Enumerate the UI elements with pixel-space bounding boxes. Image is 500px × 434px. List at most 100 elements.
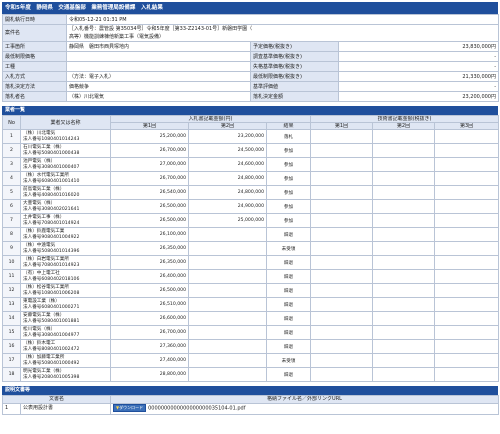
bid-round-1: 26,350,000 (110, 241, 189, 256)
bid-round-2: 25,000,000 (188, 213, 267, 228)
bid-round-2 (188, 269, 267, 284)
download-button-label: ダウンロード (119, 405, 144, 410)
bid-round-1: 26,600,000 (110, 311, 189, 326)
bidder-row: 13 東電設工業（株） 法人番号6080401000271 26,510,000 辞退 (2, 297, 500, 312)
eval-round-1 (310, 171, 374, 186)
bidder-corp-number: 法人番号7080401014924 (23, 220, 80, 226)
document-file-link[interactable]: 0000000000000000000035104-01.pdf (148, 406, 245, 412)
eval-round-3 (434, 143, 500, 158)
bid-round-2 (188, 339, 267, 354)
bidder-name-cell: （株）鈴鹿電気工業 法人番号9080401004922 (20, 227, 111, 242)
bid-round-1: 26,700,000 (110, 143, 189, 158)
doc-col-file: 格納ファイル名／外部リンクURL (110, 395, 500, 404)
info-right-label: 調査基準価格(税抜き) (250, 51, 339, 62)
bid-round-1: 26,510,000 (110, 297, 189, 312)
bid-result: 参加 (265, 171, 312, 186)
bidder-name: 土井電気工事（株） (23, 214, 65, 220)
eval-round-2 (372, 143, 436, 158)
bid-round-1: 27,400,000 (110, 353, 189, 368)
page: 令和5年度 静岡県 交通基盤部 業務管理局設備課 入札結果 開札執行日時 令和05… (1, 2, 500, 415)
doc-col-name: 文書名 (1, 395, 112, 404)
eval-round-2 (372, 339, 436, 354)
bid-round-1: 26,700,000 (110, 171, 189, 186)
bid-result: 辞退 (265, 339, 312, 354)
bidder-row: 4 （株）水代電気工業所 法人番号6080401001410 26,700,000 24… (2, 171, 500, 186)
bidder-corp-number: 法人番号5080401000492 (23, 360, 80, 366)
document-name: 公表用設計書 (19, 403, 112, 415)
eval-round-1 (310, 129, 374, 144)
eval-round-2 (372, 129, 436, 144)
document-no: 1 (2, 403, 21, 415)
bidder-row: 2 石川電気工業（株） 法人番号5080401000438 26,700,000 24,… (2, 143, 500, 158)
bid-round-2 (188, 297, 267, 312)
bidder-no: 8 (2, 227, 21, 242)
info-value: （株）川北電気 (66, 91, 251, 102)
eval-round-2 (372, 367, 436, 382)
info-value: （方法：電子入札） (66, 71, 251, 82)
bidder-name: 池戸電気（株） (23, 158, 56, 164)
info-right-value: 23,200,000円 (338, 91, 499, 102)
bidder-corp-number: 法人番号2080401005398 (23, 374, 80, 380)
bid-result: 参加 (265, 157, 312, 172)
info-right-value: 23,830,000円 (338, 41, 499, 52)
bidder-name: （株）白岩電気工業所 (23, 256, 69, 262)
info-right-label: 失格基準価格(税抜き) (250, 61, 339, 72)
bid-round-2: 24,900,000 (188, 199, 267, 214)
bidder-row: 8 （株）鈴鹿電気工業 法人番号9080401004922 26,100,000 辞退 (2, 227, 500, 242)
eval-round-2 (372, 297, 436, 312)
bidder-name-cell: 池戸電気（株） 法人番号3080401000407 (20, 157, 111, 172)
bidder-corp-number: 法人番号6080401000271 (23, 304, 80, 310)
info-value (66, 51, 251, 62)
eval-round-1 (310, 367, 374, 382)
bid-result: 参加 (265, 213, 312, 228)
bidder-name: 石川電気工業（株） (23, 144, 65, 150)
info-table: 開札執行日時 令和05-12-21 01:31 PM 案件名 ［入札番号：農管設 第3… (2, 14, 499, 102)
col-name: 業者又は名称 (20, 115, 111, 130)
bid-result: 辞退 (265, 255, 312, 270)
bid-round-2 (188, 255, 267, 270)
eval-round-3 (434, 353, 500, 368)
bidder-name-cell: 前島電気工業（株） 法人番号4080401016020 (20, 185, 111, 200)
documents-section-title: 説明文書等 (2, 386, 498, 395)
info-value-text: 令和05-12-21 01:31 PM (69, 16, 127, 23)
col-no: No (2, 115, 21, 130)
eval-round-3 (434, 241, 500, 256)
bid-round-1: 27,000,000 (110, 157, 189, 172)
eval-round-3 (434, 325, 500, 340)
bid-result: 辞退 (265, 269, 312, 284)
col-result: 結果 (265, 122, 312, 130)
eval-round-1 (310, 283, 374, 298)
bid-result: 辞退 (265, 311, 312, 326)
bidder-name-cell: 東電設工業（株） 法人番号6080401000271 (20, 297, 111, 312)
bidders-section-title: 業者一覧 (2, 106, 498, 115)
download-button[interactable]: ▼ダウンロード (113, 404, 147, 412)
eval-round-1 (310, 157, 374, 172)
info-right-label: 予定価格(税抜き) (250, 41, 339, 52)
bidders-table: No 業者又は名称 入札書記載金額(円) 技術書記載金額(税抜き) 第1回 第2… (2, 115, 500, 382)
eval-round-1 (310, 199, 374, 214)
bidder-name: 東電設工業（株） (23, 298, 60, 304)
bidder-row: 18 明光電気工業（株） 法人番号2080401005398 28,800,000 辞退 (2, 367, 500, 382)
info-value-text: （株）川北電気 (69, 93, 105, 100)
bidder-no: 5 (2, 185, 21, 200)
info-label: 工種 (2, 61, 67, 72)
bidder-no: 3 (2, 157, 21, 172)
bid-round-1: 26,100,000 (110, 227, 189, 242)
info-value-text: ［入札番号：農管設 第35034号］令和5年度［第33-Z2143-01号］新磐… (69, 26, 253, 32)
info-label: 工事箇所 (2, 41, 67, 52)
bidder-row: 12 （株）松谷電気工業所 法人番号1080401006208 26,500,000 辞… (2, 283, 500, 298)
bid-result: 落札 (265, 129, 312, 144)
bidder-name-cell: （株）川北電気 法人番号1080401014243 (20, 129, 111, 144)
info-row: 案件名 ［入札番号：農管設 第35034号］令和5年度［第33-Z2143-01号… (2, 24, 499, 42)
bidder-name-cell: 土井電気工事（株） 法人番号7080401014924 (20, 213, 111, 228)
bidder-row: 16 （株）鈴木電工 法人番号8080401002472 27,360,000 辞退 (2, 339, 500, 354)
bid-result: 未受領 (265, 241, 312, 256)
bidder-no: 12 (2, 283, 21, 298)
bidder-corp-number: 法人番号1080401006208 (23, 290, 80, 296)
eval-round-2 (372, 325, 436, 340)
page-title: 令和5年度 静岡県 交通基盤部 業務管理局設備課 入札結果 (2, 2, 498, 14)
eval-round-1 (310, 143, 374, 158)
bid-round-2 (188, 325, 267, 340)
eval-round-3 (434, 129, 500, 144)
bid-round-2 (188, 353, 267, 368)
